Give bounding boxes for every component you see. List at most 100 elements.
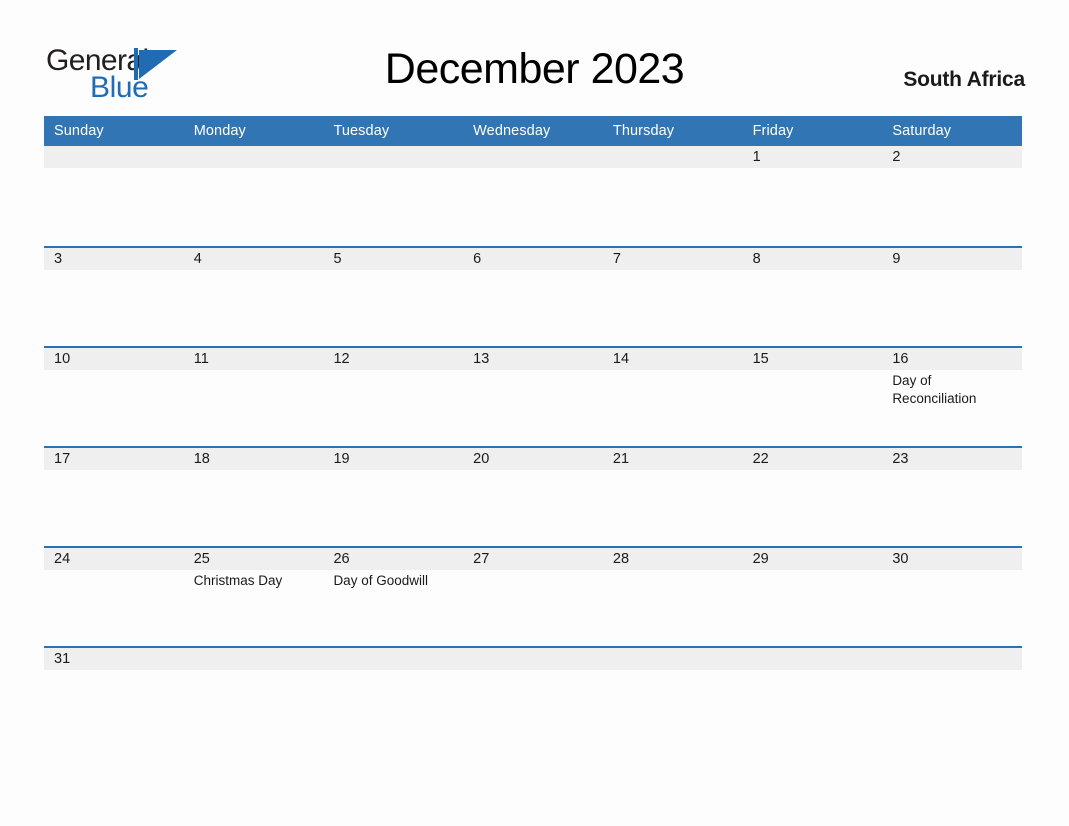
calendar-day-cell[interactable]	[184, 146, 324, 246]
day-number: 3	[54, 251, 63, 267]
calendar-day-cell[interactable]: 15	[743, 346, 883, 446]
calendar-day-cell[interactable]	[44, 146, 184, 246]
calendar-day-cell[interactable]: 23	[882, 446, 1022, 546]
day-event: Day of Goodwill	[333, 573, 428, 588]
day-number: 9	[892, 251, 901, 267]
calendar-week-days: 10 11 12 13 14 15 16 Day of Reconciliatio…	[44, 346, 1022, 446]
calendar-day-cell[interactable]: 3	[44, 246, 184, 346]
day-number: 20	[473, 451, 490, 467]
weekday-header-wednesday: Wednesday	[473, 123, 551, 139]
day-number: 15	[752, 351, 769, 367]
calendar-day-cell[interactable]: 22	[743, 446, 883, 546]
weekday-header-saturday: Saturday	[892, 123, 952, 139]
calendar-day-cell[interactable]: 17	[44, 446, 184, 546]
calendar-day-cell[interactable]: 7	[603, 246, 743, 346]
day-number: 14	[612, 351, 630, 367]
calendar-page: General Blue December 2023 South Africa …	[0, 0, 1069, 826]
calendar-day-cell[interactable]: 13	[463, 346, 603, 446]
day-number: 4	[193, 251, 202, 267]
day-number: 12	[333, 351, 350, 367]
calendar-day-cell[interactable]: 25 Christmas Day	[184, 546, 324, 646]
calendar-day-cell[interactable]: 30	[882, 546, 1022, 646]
calendar-week-row: 31	[44, 646, 1022, 746]
calendar-week-row: 24 25 Christmas Day 26 Day of Goodwill 27 …	[44, 546, 1022, 646]
calendar-day-cell[interactable]	[463, 146, 603, 246]
calendar-day-cell[interactable]: 19	[323, 446, 463, 546]
day-number: 7	[612, 251, 621, 267]
calendar-day-cell[interactable]	[743, 646, 883, 746]
calendar-week-days: 31	[44, 646, 1022, 746]
calendar-day-cell[interactable]: 21	[603, 446, 743, 546]
weekday-header-sunday: Sunday	[54, 123, 104, 139]
calendar-day-cell[interactable]: 20	[463, 446, 603, 546]
day-number: 17	[54, 451, 71, 467]
calendar-day-cell[interactable]: 8	[743, 246, 883, 346]
calendar-day-cell[interactable]: 1	[743, 146, 883, 246]
calendar-week-row: 3 4 5 6 7 8 9	[44, 246, 1022, 346]
day-number: 16	[892, 351, 909, 367]
calendar-day-cell[interactable]: 18	[184, 446, 324, 546]
day-number: 24	[54, 551, 71, 567]
day-number: 30	[892, 551, 909, 567]
day-event: Day of Reconciliation	[892, 373, 977, 406]
page-header: General Blue December 2023 South Africa	[0, 0, 1069, 112]
calendar-week-days: 17 18 19 20 21 22 23	[44, 446, 1022, 546]
day-number: 23	[892, 451, 909, 467]
day-number: 10	[54, 351, 71, 367]
calendar-day-cell[interactable]: 4	[184, 246, 324, 346]
weekday-header-monday: Monday	[193, 123, 246, 139]
calendar-day-cell[interactable]	[603, 146, 743, 246]
weekday-header-tuesday: Tuesday	[333, 123, 390, 139]
day-number: 26	[333, 551, 350, 567]
calendar-day-cell[interactable]: 24	[44, 546, 184, 646]
calendar-day-cell[interactable]: 26 Day of Goodwill	[323, 546, 463, 646]
calendar-day-cell[interactable]: 12	[323, 346, 463, 446]
calendar-day-cell[interactable]: 31	[44, 646, 184, 746]
calendar-day-cell[interactable]: 28	[603, 546, 743, 646]
day-number: 27	[473, 551, 490, 567]
day-number: 28	[612, 551, 630, 567]
calendar-day-cell[interactable]: 11	[184, 346, 324, 446]
calendar-day-cell[interactable]: 29	[743, 546, 883, 646]
calendar-day-cell[interactable]: 2	[882, 146, 1022, 246]
day-number: 8	[752, 251, 761, 267]
calendar-day-cell[interactable]	[323, 146, 463, 246]
calendar-day-cell[interactable]	[603, 646, 743, 746]
weekday-header-row: Sunday Monday Tuesday Wednesday Thursday…	[44, 116, 1022, 146]
day-number: 2	[892, 149, 901, 165]
weekday-header-friday: Friday	[752, 123, 794, 139]
calendar-week-days: 24 25 Christmas Day 26 Day of Goodwill 27 …	[44, 546, 1022, 646]
calendar-day-cell[interactable]: 16 Day of Reconciliation	[882, 346, 1022, 446]
calendar-day-cell[interactable]: 27	[463, 546, 603, 646]
calendar-day-cell[interactable]	[463, 646, 603, 746]
day-number: 18	[193, 451, 210, 467]
calendar-day-cell[interactable]: 5	[323, 246, 463, 346]
calendar-grid: Sunday Monday Tuesday Wednesday Thursday…	[44, 116, 1022, 746]
day-number: 22	[752, 451, 769, 467]
calendar-day-cell[interactable]	[882, 646, 1022, 746]
calendar-week-days: 3 4 5 6 7 8 9	[44, 246, 1022, 346]
day-number: 21	[612, 451, 630, 467]
day-number: 6	[473, 251, 482, 267]
calendar-day-cell[interactable]: 9	[882, 246, 1022, 346]
day-number: 29	[752, 551, 769, 567]
day-number: 13	[473, 351, 490, 367]
calendar-day-cell[interactable]: 10	[44, 346, 184, 446]
day-number: 19	[333, 451, 350, 467]
calendar-week-days: 1 2	[44, 146, 1022, 246]
day-number: 5	[333, 251, 342, 267]
calendar-week-row: 10 11 12 13 14 15 16 Day of Reconciliatio…	[44, 346, 1022, 446]
calendar-day-cell[interactable]: 6	[463, 246, 603, 346]
day-event: Christmas Day	[193, 573, 283, 588]
calendar-week-row: 1 2	[44, 146, 1022, 246]
day-number: 25	[193, 551, 210, 567]
day-number: 31	[54, 651, 71, 667]
day-number: 11	[193, 351, 209, 367]
day-number: 1	[752, 149, 761, 165]
country-label: South Africa	[903, 68, 1025, 91]
weekday-header-thursday: Thursday	[612, 123, 675, 139]
calendar-day-cell[interactable]: 14	[603, 346, 743, 446]
calendar-week-row: 17 18 19 20 21 22 23	[44, 446, 1022, 546]
calendar-day-cell[interactable]	[323, 646, 463, 746]
calendar-day-cell[interactable]	[184, 646, 324, 746]
